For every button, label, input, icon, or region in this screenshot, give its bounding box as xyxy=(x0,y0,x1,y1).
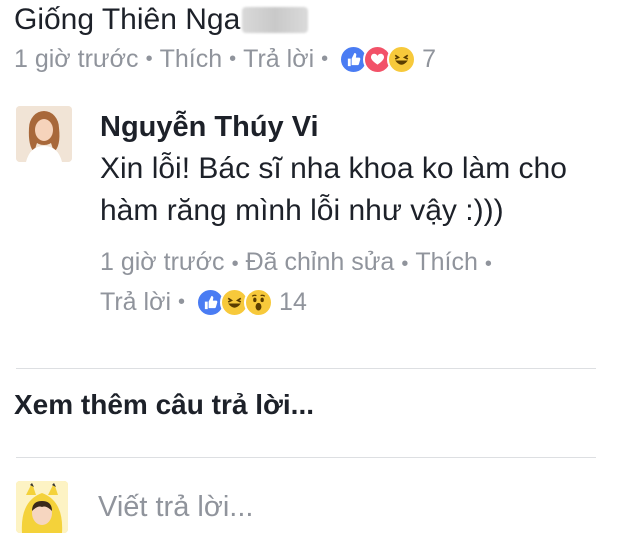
reply-time[interactable]: 1 giờ trước xyxy=(100,248,225,276)
separator-dot: • xyxy=(321,47,329,70)
reply-meta-line2: Trả lời • 14 xyxy=(100,284,600,320)
divider xyxy=(16,368,596,369)
comment-thread: Giống Thiên Nga 1 giờ trước • Thích • Tr… xyxy=(0,0,620,541)
see-more-replies-link[interactable]: Xem thêm câu trả lời... xyxy=(14,389,314,421)
separator-dot: • xyxy=(401,253,409,275)
top-comment-meta: 1 giờ trước • Thích • Trả lời • 7 xyxy=(14,40,614,78)
separator-dot: • xyxy=(231,253,239,275)
avatar[interactable] xyxy=(16,481,68,533)
reply-author[interactable]: Nguyễn Thúy Vi xyxy=(100,108,600,146)
wow-icon xyxy=(244,287,274,317)
top-comment-like-link[interactable]: Thích xyxy=(160,45,223,74)
separator-dot: • xyxy=(229,47,237,70)
reply-body: Nguyễn Thúy Vi Xin lỗi! Bác sĩ nha khoa … xyxy=(100,106,600,320)
reply-composer xyxy=(16,481,606,537)
reply-reaction-count: 14 xyxy=(279,288,307,316)
top-comment-author[interactable]: Giống Thiên Nga xyxy=(14,3,240,37)
divider xyxy=(16,457,596,458)
top-comment-header: Giống Thiên Nga xyxy=(14,0,614,40)
reply-input[interactable] xyxy=(98,487,578,527)
reply-reactions[interactable]: 14 xyxy=(196,284,307,320)
separator-dot: • xyxy=(178,291,186,313)
top-comment-reply-link[interactable]: Trả lời xyxy=(243,45,314,74)
top-comment-reactions[interactable]: 7 xyxy=(339,44,437,74)
blurred-name-region xyxy=(242,7,309,33)
reply-edited-label[interactable]: Đã chỉnh sửa xyxy=(246,248,395,276)
haha-icon xyxy=(387,44,417,74)
avatar[interactable] xyxy=(16,106,72,162)
top-comment-time[interactable]: 1 giờ trước xyxy=(14,45,139,74)
top-comment: Giống Thiên Nga 1 giờ trước • Thích • Tr… xyxy=(14,0,614,78)
separator-dot: • xyxy=(484,253,492,275)
reply-reply-link[interactable]: Trả lời xyxy=(100,284,171,320)
reply-text: Xin lỗi! Bác sĩ nha khoa ko làm cho hàm … xyxy=(100,152,567,227)
reply-like-link[interactable]: Thích xyxy=(415,248,478,276)
top-comment-reaction-count: 7 xyxy=(422,44,437,73)
reply-meta-line1: 1 giờ trước • Đã chỉnh sửa • Thích • xyxy=(100,244,600,282)
reply-meta: 1 giờ trước • Đã chỉnh sửa • Thích • Trả lời … xyxy=(100,244,600,320)
separator-dot: • xyxy=(145,47,153,70)
